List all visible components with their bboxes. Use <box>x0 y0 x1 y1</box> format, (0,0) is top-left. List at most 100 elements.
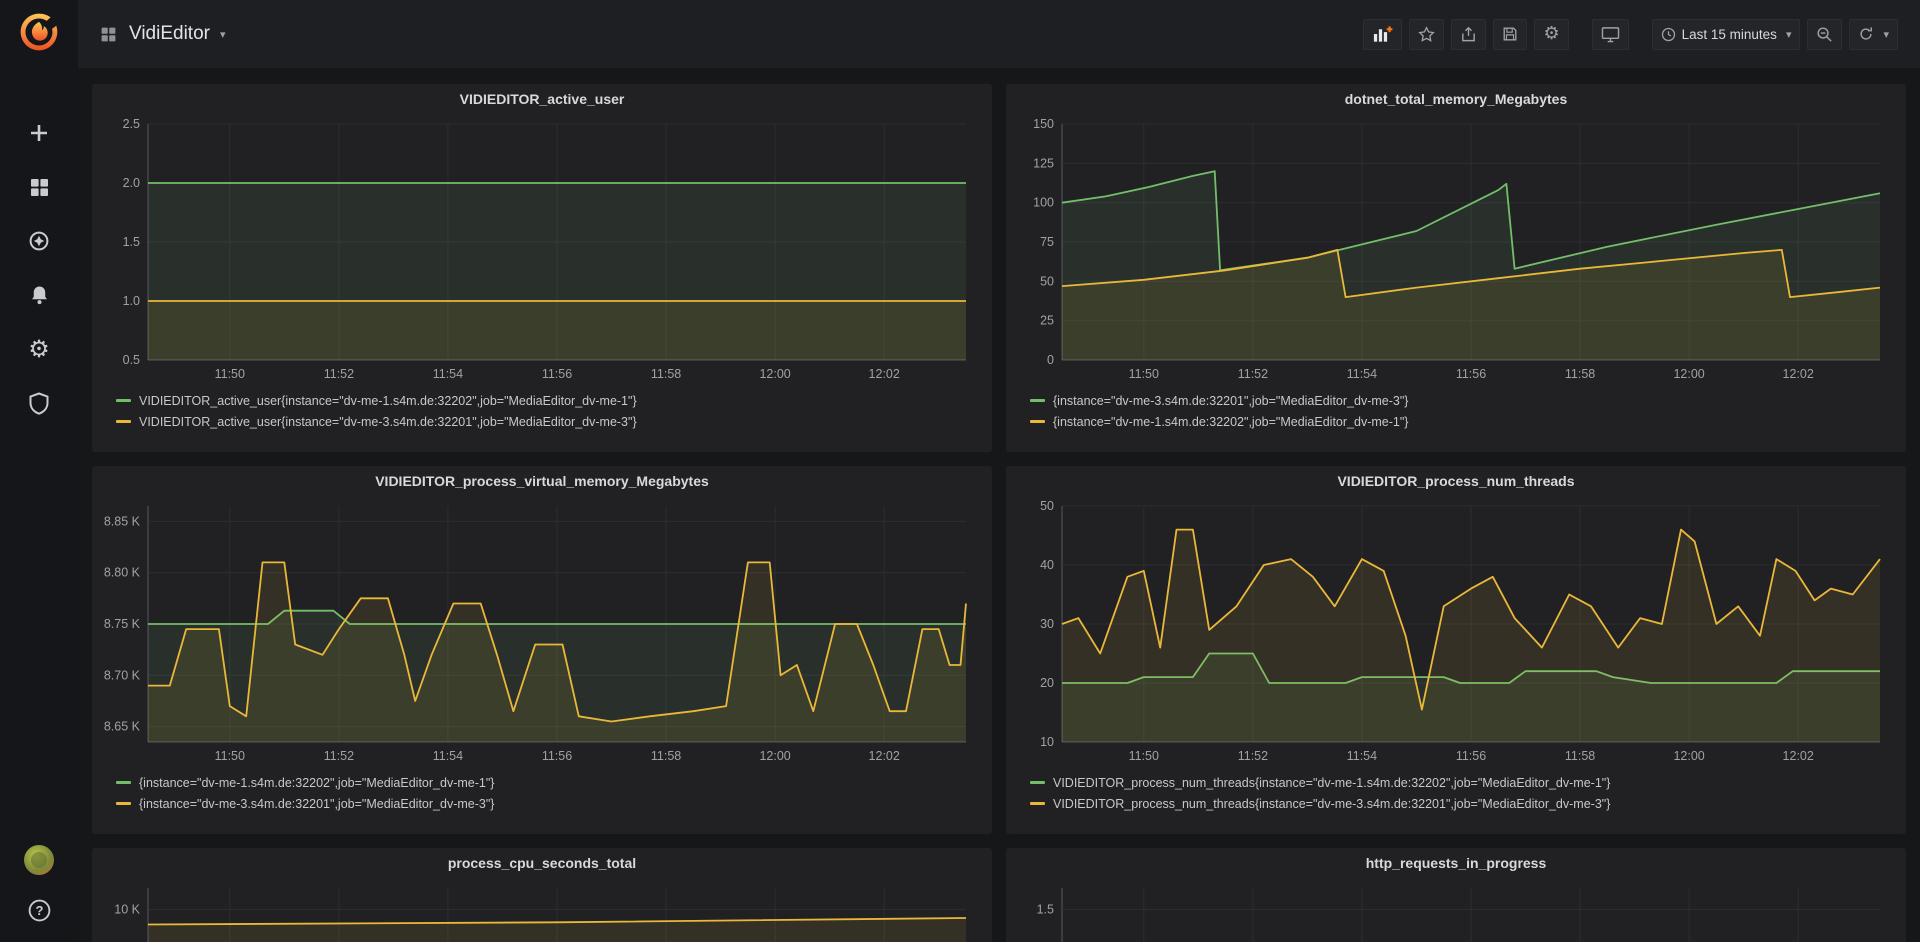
legend-item[interactable]: {instance="dv-me-1.s4m.de:32202",job="Me… <box>116 772 978 793</box>
panel-title[interactable]: dotnet_total_memory_Megabytes <box>1016 84 1896 114</box>
chart-canvas[interactable]: 1.511:5011:5211:5411:5611:5812:0012:02 <box>1016 878 1896 942</box>
grafana-app: ⚙ <box>0 0 1920 942</box>
legend: VIDIEDITOR_active_user{instance="dv-me-1… <box>102 386 982 432</box>
legend-color-swatch <box>116 802 131 805</box>
legend-color-swatch <box>1030 420 1045 423</box>
dashboard-grid: VIDIEDITOR_active_user 0.51.01.52.02.511… <box>78 68 1920 942</box>
legend-item[interactable]: {instance="dv-me-3.s4m.de:32201",job="Me… <box>1030 390 1892 411</box>
zoom-out-time-button[interactable] <box>1807 19 1842 50</box>
panel: VIDIEDITOR_process_virtual_memory_Megaby… <box>92 466 992 834</box>
panel-title[interactable]: VIDIEDITOR_active_user <box>102 84 982 114</box>
bell-icon <box>29 284 50 306</box>
legend-item[interactable]: VIDIEDITOR_process_num_threads{instance=… <box>1030 793 1892 814</box>
svg-text:50: 50 <box>1040 274 1054 288</box>
legend-item[interactable]: {instance="dv-me-3.s4m.de:32201",job="Me… <box>116 793 978 814</box>
star-dashboard-button[interactable] <box>1409 19 1444 50</box>
topbar: VidiEditor ▾ <box>78 0 1920 68</box>
panel-title[interactable]: process_cpu_seconds_total <box>102 848 982 878</box>
time-range-picker[interactable]: Last 15 minutes ▾ <box>1652 19 1801 50</box>
svg-text:75: 75 <box>1040 235 1054 249</box>
sidebar: ⚙ <box>0 0 78 942</box>
svg-text:125: 125 <box>1033 156 1054 170</box>
legend: {instance="dv-me-1.s4m.de:32202",job="Me… <box>102 768 982 814</box>
dashboards-icon <box>29 177 50 198</box>
svg-text:12:02: 12:02 <box>1783 367 1814 381</box>
sidebar-item-server-admin[interactable] <box>15 376 63 430</box>
svg-text:8.70 K: 8.70 K <box>104 668 141 682</box>
add-panel-icon <box>1372 25 1393 44</box>
chart-canvas[interactable]: 10 K11:5011:5211:5411:5611:5812:0012:02 <box>102 878 982 942</box>
svg-text:12:00: 12:00 <box>759 367 790 381</box>
svg-text:11:58: 11:58 <box>651 367 681 381</box>
panel-title[interactable]: VIDIEDITOR_process_num_threads <box>1016 466 1896 496</box>
svg-text:12:00: 12:00 <box>1673 749 1704 763</box>
star-icon <box>1418 26 1435 43</box>
chevron-down-icon: ▾ <box>1883 28 1889 41</box>
svg-text:12:00: 12:00 <box>1673 367 1704 381</box>
chevron-down-icon: ▾ <box>1786 28 1792 41</box>
sidebar-item-configuration[interactable]: ⚙ <box>15 322 63 376</box>
share-icon <box>1460 26 1477 43</box>
svg-text:8.65 K: 8.65 K <box>104 720 141 734</box>
cycle-view-mode-button[interactable] <box>1592 19 1629 50</box>
svg-text:10 K: 10 K <box>114 903 140 917</box>
svg-text:100: 100 <box>1033 196 1054 210</box>
legend-label: VIDIEDITOR_process_num_threads{instance=… <box>1053 776 1610 790</box>
refresh-icon <box>1858 26 1874 42</box>
chart-canvas[interactable]: 025507510012515011:5011:5211:5411:5611:5… <box>1016 114 1896 386</box>
legend-color-swatch <box>1030 399 1045 402</box>
add-panel-button[interactable] <box>1363 19 1402 50</box>
panel-title[interactable]: VIDIEDITOR_process_virtual_memory_Megaby… <box>102 466 982 496</box>
svg-text:1.0: 1.0 <box>123 294 140 308</box>
svg-text:12:02: 12:02 <box>869 749 900 763</box>
svg-text:2.0: 2.0 <box>123 176 140 190</box>
sidebar-item-alerting[interactable] <box>15 268 63 322</box>
time-range-label: Last 15 minutes <box>1682 27 1777 42</box>
legend-item[interactable]: VIDIEDITOR_active_user{instance="dv-me-3… <box>116 411 978 432</box>
chevron-down-icon: ▾ <box>220 28 226 41</box>
sidebar-bottom: ? <box>24 845 54 928</box>
svg-text:11:52: 11:52 <box>324 749 354 763</box>
gear-icon: ⚙ <box>28 337 50 361</box>
svg-text:40: 40 <box>1040 558 1054 572</box>
legend: {instance="dv-me-3.s4m.de:32201",job="Me… <box>1016 386 1896 432</box>
svg-text:11:52: 11:52 <box>1238 749 1268 763</box>
user-avatar[interactable] <box>24 845 54 880</box>
svg-text:11:56: 11:56 <box>542 367 572 381</box>
refresh-button[interactable]: ▾ <box>1849 19 1898 50</box>
grafana-logo[interactable] <box>17 10 61 54</box>
svg-text:11:58: 11:58 <box>1565 749 1595 763</box>
share-dashboard-button[interactable] <box>1451 19 1486 50</box>
svg-text:150: 150 <box>1033 117 1054 131</box>
chart-canvas[interactable]: 102030405011:5011:5211:5411:5611:5812:00… <box>1016 496 1896 768</box>
legend-label: VIDIEDITOR_active_user{instance="dv-me-1… <box>139 394 637 408</box>
sidebar-item-explore[interactable] <box>15 214 63 268</box>
sidebar-item-create[interactable] <box>15 106 63 160</box>
svg-text:30: 30 <box>1040 617 1054 631</box>
legend-label: {instance="dv-me-1.s4m.de:32202",job="Me… <box>139 776 494 790</box>
svg-text:12:02: 12:02 <box>869 367 900 381</box>
legend-item[interactable]: VIDIEDITOR_active_user{instance="dv-me-1… <box>116 390 978 411</box>
panel-title[interactable]: http_requests_in_progress <box>1016 848 1896 878</box>
svg-text:11:56: 11:56 <box>1456 749 1486 763</box>
legend-label: VIDIEDITOR_process_num_threads{instance=… <box>1053 797 1610 811</box>
sidebar-item-dashboards[interactable] <box>15 160 63 214</box>
legend-item[interactable]: VIDIEDITOR_process_num_threads{instance=… <box>1030 772 1892 793</box>
help-button[interactable]: ? <box>27 898 52 928</box>
svg-text:11:56: 11:56 <box>542 749 572 763</box>
chart-canvas[interactable]: 0.51.01.52.02.511:5011:5211:5411:5611:58… <box>102 114 982 386</box>
save-dashboard-button[interactable] <box>1493 19 1527 50</box>
chart-canvas[interactable]: 8.65 K8.70 K8.75 K8.80 K8.85 K11:5011:52… <box>102 496 982 768</box>
dashboard-title[interactable]: VidiEditor <box>129 23 210 45</box>
svg-text:20: 20 <box>1040 676 1054 690</box>
svg-text:0: 0 <box>1047 353 1054 367</box>
grid-icon <box>100 26 117 43</box>
legend-item[interactable]: {instance="dv-me-1.s4m.de:32202",job="Me… <box>1030 411 1892 432</box>
svg-text:11:50: 11:50 <box>215 749 245 763</box>
dashboard-settings-button[interactable]: ⚙ <box>1534 19 1568 50</box>
avatar-image-icon <box>24 845 54 875</box>
legend-color-swatch <box>116 399 131 402</box>
dashboard-title-group: VidiEditor ▾ <box>100 23 226 45</box>
panel: dotnet_total_memory_Megabytes 0255075100… <box>1006 84 1906 452</box>
legend-color-swatch <box>1030 802 1045 805</box>
